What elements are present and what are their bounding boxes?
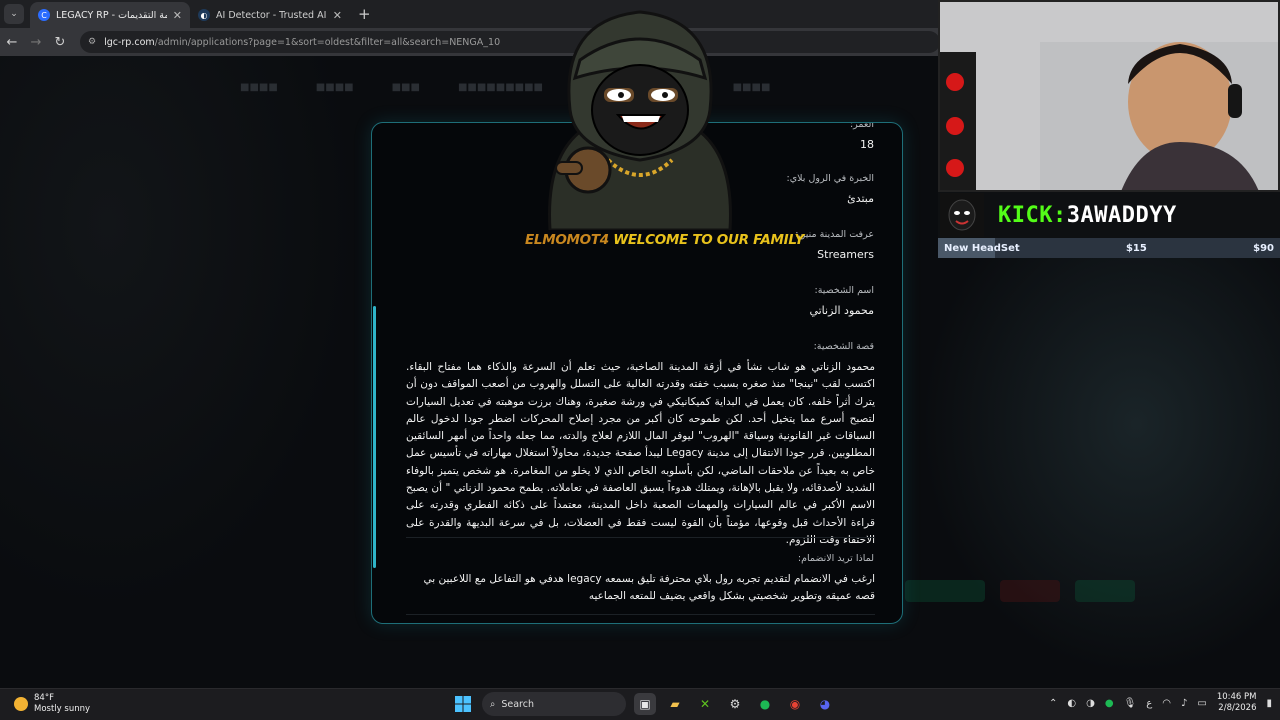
close-tab-icon[interactable]: ✕	[173, 9, 182, 22]
sun-icon	[14, 697, 28, 711]
experience-field: الخبرة في الرول بلاي: مبتدئ	[787, 173, 875, 205]
clock-date: 2/8/2026	[1218, 703, 1257, 713]
kick-prefix: KICK:	[998, 202, 1067, 228]
kick-channel-name: 3AWADDYY	[1066, 202, 1177, 228]
search-placeholder: Search	[501, 698, 534, 710]
goal-title: New HeadSet	[944, 242, 1020, 254]
spotify-icon[interactable]: ●	[754, 693, 776, 715]
welcome-banner: ELMOMOT4 WELCOME TO OUR FAMILY	[525, 232, 804, 248]
legacy-favicon-icon: C	[38, 9, 50, 21]
story-label: قصة الشخصية:	[813, 341, 874, 352]
how-known-field: عرفت المدينة منين: Streamers	[795, 229, 874, 261]
age-label: العمر:	[849, 122, 874, 130]
weather-desc: Mostly sunny	[34, 704, 91, 714]
language-indicator[interactable]: ع	[1146, 698, 1152, 709]
streamer-webcam-icon	[940, 2, 1278, 190]
reason-text: ارغب في الانضمام لتقديم تجربه رول بلاي م…	[423, 573, 875, 603]
goal-current: $15	[1125, 242, 1147, 254]
how-known-value: Streamers	[817, 248, 874, 261]
donation-goal-bar: New HeadSet $15 $90	[938, 238, 1280, 258]
spotify-tray-icon[interactable]: ●	[1105, 698, 1114, 709]
clock-time: 10:46 PM	[1216, 692, 1257, 702]
character-name-value: محمود الزناتي	[809, 304, 874, 317]
mascot-overlay-icon	[548, 10, 732, 230]
story-field: قصة الشخصية:	[814, 341, 874, 352]
wifi-icon[interactable]: ◠	[1162, 698, 1171, 709]
tray-app-icon[interactable]: ◐	[1067, 698, 1076, 709]
ai-detector-favicon-icon: ◐	[198, 9, 210, 21]
task-view-icon[interactable]: ▣	[634, 693, 656, 715]
tray-app-icon[interactable]: ◑	[1086, 698, 1095, 709]
reload-icon[interactable]: ↻	[48, 35, 72, 50]
tab-legacy-rp[interactable]: C LEGACY RP - قائمة التقديمات ✕	[30, 2, 190, 28]
microphone-icon[interactable]: 🎙	[1124, 698, 1137, 709]
reason-label: لماذا تريد الانضمام:	[797, 553, 874, 564]
site-info-icon[interactable]: ⚙	[88, 37, 96, 47]
battery-icon[interactable]: ▭	[1197, 698, 1206, 709]
close-tab-icon[interactable]: ✕	[333, 9, 342, 22]
volume-icon[interactable]: ♪	[1181, 698, 1187, 709]
character-name-field: اسم الشخصية: محمود الزناتي	[809, 285, 874, 317]
new-tab-icon[interactable]: +	[358, 5, 371, 23]
welcome-name: ELMOMOT4	[525, 232, 609, 248]
taskbar-search[interactable]: ⌕ Search	[482, 692, 626, 716]
webcam-overlay	[938, 0, 1280, 192]
age-field: العمر: 18	[849, 122, 874, 151]
how-known-label: عرفت المدينة منين:	[795, 229, 874, 240]
experience-value: مبتدئ	[847, 192, 874, 205]
url-input[interactable]: ⚙ lgc-rp.com/admin/applications?page=1&s…	[80, 31, 940, 53]
taskbar-apps: ⌕ Search ▣ ▰ ✕ ⚙ ● ◉ ◕	[452, 692, 836, 716]
background-button	[905, 580, 985, 602]
weather-widget[interactable]: 84°F Mostly sunny	[14, 693, 90, 715]
story-text: محمود الزناتي هو شاب نشأ في أزقة المدينة…	[406, 361, 875, 546]
url-path: /admin/applications?page=1&sort=oldest&f…	[154, 36, 501, 48]
background-glow	[0, 56, 360, 616]
kick-label: KICK:3AWADDYY	[998, 203, 1177, 228]
search-icon: ⌕	[490, 698, 496, 710]
url-host: lgc-rp.com	[104, 36, 155, 48]
kick-channel-bar: KICK:3AWADDYY	[938, 192, 1280, 238]
weather-temp: 84°F	[34, 693, 54, 703]
tab-title: AI Detector - Trusted AI Checker	[216, 9, 327, 21]
background-button	[1075, 580, 1135, 602]
chrome-icon[interactable]: ◉	[784, 693, 806, 715]
notifications-icon[interactable]: ▮	[1266, 698, 1272, 709]
system-tray: ⌃ ◐ ◑ ● 🎙 ع ◠ ♪ ▭ 10:46 PM 2/8/2026 ▮	[1049, 692, 1280, 714]
reason-field: لماذا تريد الانضمام:	[798, 553, 874, 564]
age-value: 18	[860, 138, 874, 151]
discord-icon[interactable]: ◕	[814, 693, 836, 715]
clock[interactable]: 10:46 PM 2/8/2026	[1217, 692, 1257, 714]
background-button	[1000, 580, 1060, 602]
tab-ai-detector[interactable]: ◐ AI Detector - Trusted AI Checker ✕	[190, 2, 350, 28]
windows-taskbar: 84°F Mostly sunny ⌕ Search ▣ ▰ ✕ ⚙ ● ◉ ◕…	[0, 688, 1280, 720]
forward-arrow-icon[interactable]: →	[24, 35, 48, 50]
divider	[406, 537, 875, 538]
goal-target: $90	[1253, 242, 1274, 254]
chevron-up-icon[interactable]: ⌃	[1049, 698, 1057, 709]
mascot-avatar-icon	[940, 193, 984, 237]
xbox-icon[interactable]: ✕	[694, 693, 716, 715]
windows-start-icon[interactable]	[452, 693, 474, 715]
tab-search-button[interactable]: ⌄	[4, 4, 24, 24]
settings-app-icon[interactable]: ⚙	[724, 693, 746, 715]
experience-label: الخبرة في الرول بلاي:	[786, 173, 875, 184]
back-arrow-icon[interactable]: ←	[0, 35, 24, 50]
modal-scrollbar[interactable]	[373, 306, 376, 568]
welcome-text: WELCOME TO OUR FAMILY	[613, 232, 805, 248]
file-explorer-icon[interactable]: ▰	[664, 693, 686, 715]
character-name-label: اسم الشخصية:	[814, 285, 874, 296]
divider	[406, 614, 875, 615]
background-glow	[920, 256, 1280, 676]
tab-title: LEGACY RP - قائمة التقديمات	[56, 9, 167, 21]
